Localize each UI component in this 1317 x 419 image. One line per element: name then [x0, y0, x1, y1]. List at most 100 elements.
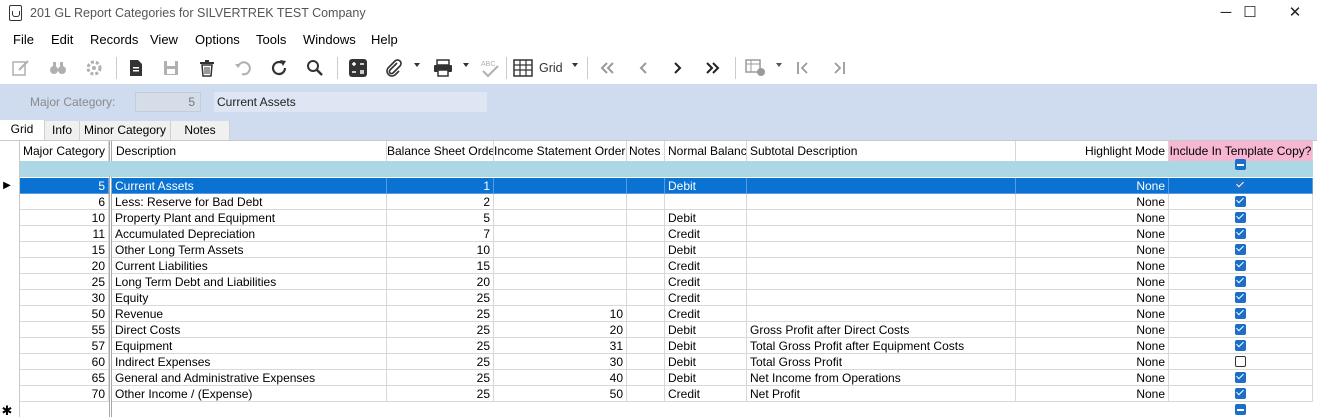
cell-major-category[interactable]: 50 [20, 306, 109, 322]
calculator-icon[interactable] [345, 56, 371, 80]
include-checkbox[interactable] [1235, 324, 1246, 335]
cell-subtotal-description[interactable] [747, 306, 1016, 322]
cell-normal-balance[interactable]: Debit [665, 242, 747, 258]
delete-trash-icon[interactable] [195, 56, 219, 80]
table-row[interactable]: 55 Direct Costs 25 20 Debit Gross Profit afte… [0, 322, 1317, 338]
cell-income-statement-order[interactable]: 20 [494, 322, 627, 338]
save-icon[interactable] [159, 56, 183, 80]
cell-subtotal-description[interactable]: Total Gross Profit after Equipment Costs [747, 338, 1016, 354]
cell-description[interactable]: Indirect Expenses [112, 354, 387, 370]
refresh-icon[interactable] [267, 56, 291, 80]
include-checkbox[interactable] [1235, 340, 1246, 351]
cell-subtotal-description[interactable]: Total Gross Profit [747, 354, 1016, 370]
description-field[interactable]: Current Assets [214, 92, 487, 112]
cell-highlight-mode[interactable]: None [1016, 386, 1169, 402]
new-row-checkbox[interactable] [1235, 404, 1246, 415]
cell-description[interactable]: Other Long Term Assets [112, 242, 387, 258]
cell-normal-balance[interactable]: Debit [665, 210, 747, 226]
cell-major-category[interactable]: 55 [20, 322, 109, 338]
cell-major-category[interactable]: 65 [20, 370, 109, 386]
menu-help[interactable]: Help [371, 32, 398, 47]
cell-subtotal-description[interactable] [747, 258, 1016, 274]
cell-balance-sheet-order[interactable]: 25 [387, 370, 494, 386]
include-checkbox[interactable] [1235, 228, 1246, 239]
spellcheck-icon[interactable]: ABC [478, 56, 502, 80]
cell-income-statement-order[interactable]: 10 [494, 306, 627, 322]
cell-highlight-mode[interactable]: None [1016, 242, 1169, 258]
cell-highlight-mode[interactable]: None [1016, 274, 1169, 290]
cell-normal-balance[interactable]: Debit [665, 178, 747, 194]
first-column-icon[interactable] [792, 56, 814, 80]
binoculars-icon[interactable] [46, 56, 70, 80]
cell-income-statement-order[interactable] [494, 194, 627, 210]
cell-major-category[interactable]: 11 [20, 226, 109, 242]
cell-subtotal-description[interactable] [747, 274, 1016, 290]
table-row[interactable]: 15 Other Long Term Assets 10 Debit None [0, 242, 1317, 258]
include-checkbox[interactable] [1235, 212, 1246, 223]
menu-windows[interactable]: Windows [303, 32, 356, 47]
include-checkbox[interactable] [1235, 260, 1246, 271]
cell-notes[interactable] [627, 226, 665, 242]
attachment-paperclip-icon[interactable] [382, 56, 406, 80]
cell-balance-sheet-order[interactable]: 25 [387, 386, 494, 402]
filter-checkbox[interactable] [1235, 159, 1246, 170]
cell-subtotal-description[interactable] [747, 178, 1016, 194]
cell-balance-sheet-order[interactable]: 1 [387, 178, 494, 194]
include-checkbox[interactable] [1235, 372, 1246, 383]
cell-description[interactable]: Less: Reserve for Bad Debt [112, 194, 387, 210]
chevron-down-icon[interactable] [463, 63, 469, 67]
cell-income-statement-order[interactable]: 50 [494, 386, 627, 402]
cell-balance-sheet-order[interactable]: 20 [387, 274, 494, 290]
cell-notes[interactable] [627, 242, 665, 258]
cell-income-statement-order[interactable]: 30 [494, 354, 627, 370]
cell-major-category[interactable]: 30 [20, 290, 109, 306]
include-checkbox[interactable] [1235, 308, 1246, 319]
include-checkbox[interactable] [1235, 356, 1246, 367]
cell-normal-balance[interactable]: Credit [665, 226, 747, 242]
cell-income-statement-order[interactable] [494, 258, 627, 274]
cell-description[interactable]: Equipment [112, 338, 387, 354]
edit-icon[interactable] [9, 56, 33, 80]
filter-row[interactable] [20, 161, 1313, 177]
column-header-description[interactable]: Description [112, 141, 387, 161]
cell-subtotal-description[interactable] [747, 242, 1016, 258]
cell-normal-balance[interactable] [665, 194, 747, 210]
tab-minor-category[interactable]: Minor Category [80, 121, 171, 140]
table-row[interactable]: 10 Property Plant and Equipment 5 Debit None [0, 210, 1317, 226]
cell-balance-sheet-order[interactable]: 15 [387, 258, 494, 274]
cell-description[interactable]: Current Liabilities [112, 258, 387, 274]
cell-highlight-mode[interactable]: None [1016, 258, 1169, 274]
cell-notes[interactable] [627, 338, 665, 354]
cell-highlight-mode[interactable]: None [1016, 338, 1169, 354]
cell-normal-balance[interactable]: Credit [665, 274, 747, 290]
grid-view-icon[interactable] [512, 56, 534, 80]
cell-notes[interactable] [627, 306, 665, 322]
menu-file[interactable]: File [13, 32, 34, 47]
cell-subtotal-description[interactable] [747, 226, 1016, 242]
table-row[interactable]: ▶ 5 Current Assets 1 Debit None [0, 178, 1317, 194]
cell-balance-sheet-order[interactable]: 25 [387, 354, 494, 370]
column-header-notes[interactable]: Notes [627, 141, 665, 161]
column-header-normal-balance[interactable]: Normal Balance [665, 141, 747, 161]
next-record-icon[interactable] [666, 56, 690, 80]
last-record-icon[interactable] [701, 56, 725, 80]
table-row[interactable]: 25 Long Term Debt and Liabilities 20 Credit… [0, 274, 1317, 290]
table-row[interactable]: 50 Revenue 25 10 Credit None [0, 306, 1317, 322]
cell-notes[interactable] [627, 210, 665, 226]
include-checkbox[interactable] [1235, 292, 1246, 303]
cell-highlight-mode[interactable]: None [1016, 370, 1169, 386]
column-header-income-statement-order[interactable]: Income Statement Order [494, 141, 627, 161]
cell-subtotal-description[interactable]: Net Income from Operations [747, 370, 1016, 386]
cell-income-statement-order[interactable]: 31 [494, 338, 627, 354]
column-header-major-category[interactable]: Major Category [20, 141, 109, 161]
cell-highlight-mode[interactable]: None [1016, 306, 1169, 322]
chevron-down-icon[interactable] [572, 63, 578, 67]
cell-highlight-mode[interactable]: None [1016, 290, 1169, 306]
cell-major-category[interactable]: 10 [20, 210, 109, 226]
cell-subtotal-description[interactable]: Gross Profit after Direct Costs [747, 322, 1016, 338]
cell-description[interactable]: Equity [112, 290, 387, 306]
tab-notes[interactable]: Notes [171, 121, 230, 140]
search-icon[interactable] [303, 56, 327, 80]
chevron-down-icon[interactable] [414, 63, 420, 67]
cell-notes[interactable] [627, 258, 665, 274]
